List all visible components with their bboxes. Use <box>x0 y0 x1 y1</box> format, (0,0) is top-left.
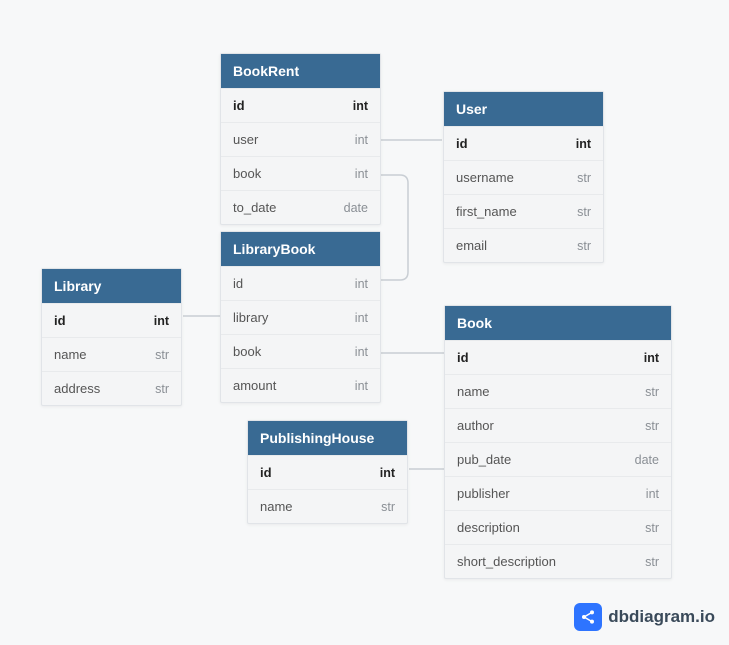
table-row[interactable]: library int <box>221 300 380 334</box>
column-type: str <box>645 385 659 399</box>
column-type: int <box>355 345 368 359</box>
table-row[interactable]: to_date date <box>221 190 380 224</box>
table-row[interactable]: author str <box>445 408 671 442</box>
column-type: date <box>635 453 659 467</box>
watermark: dbdiagram.io <box>574 603 715 631</box>
column-name: pub_date <box>457 452 511 467</box>
column-type: str <box>155 348 169 362</box>
column-name: to_date <box>233 200 276 215</box>
column-name: email <box>456 238 487 253</box>
table-row[interactable]: book int <box>221 334 380 368</box>
column-type: date <box>344 201 368 215</box>
column-name: id <box>233 276 243 291</box>
table-row[interactable]: id int <box>221 266 380 300</box>
table-row[interactable]: address str <box>42 371 181 405</box>
column-name: author <box>457 418 494 433</box>
table-row[interactable]: pub_date date <box>445 442 671 476</box>
column-type: int <box>380 466 395 480</box>
column-name: name <box>54 347 87 362</box>
column-type: str <box>645 419 659 433</box>
column-type: int <box>355 133 368 147</box>
column-name: name <box>457 384 490 399</box>
table-user-title: User <box>444 92 603 126</box>
column-name: id <box>457 350 469 365</box>
column-type: int <box>154 314 169 328</box>
table-row[interactable]: publisher int <box>445 476 671 510</box>
column-name: library <box>233 310 268 325</box>
column-name: book <box>233 166 261 181</box>
table-row[interactable]: id int <box>42 303 181 337</box>
table-row[interactable]: name str <box>445 374 671 408</box>
column-name: user <box>233 132 258 147</box>
column-type: str <box>577 239 591 253</box>
watermark-text: dbdiagram.io <box>608 607 715 627</box>
table-row[interactable]: id int <box>248 455 407 489</box>
table-row[interactable]: id int <box>221 88 380 122</box>
column-name: address <box>54 381 100 396</box>
column-name: name <box>260 499 293 514</box>
table-publishinghouse[interactable]: PublishingHouse id int name str <box>247 420 408 524</box>
column-type: str <box>645 521 659 535</box>
column-name: first_name <box>456 204 517 219</box>
column-type: str <box>577 205 591 219</box>
column-type: int <box>355 311 368 325</box>
column-type: str <box>645 555 659 569</box>
column-name: id <box>54 313 66 328</box>
column-type: str <box>577 171 591 185</box>
table-library[interactable]: Library id int name str address str <box>41 268 182 406</box>
column-type: int <box>355 277 368 291</box>
column-type: int <box>576 137 591 151</box>
column-name: amount <box>233 378 276 393</box>
table-librarybook-title: LibraryBook <box>221 232 380 266</box>
column-name: id <box>260 465 272 480</box>
table-librarybook[interactable]: LibraryBook id int library int book int … <box>220 231 381 403</box>
column-type: int <box>355 167 368 181</box>
table-row[interactable]: short_description str <box>445 544 671 578</box>
column-name: publisher <box>457 486 510 501</box>
table-row[interactable]: user int <box>221 122 380 156</box>
table-row[interactable]: book int <box>221 156 380 190</box>
column-name: username <box>456 170 514 185</box>
table-row[interactable]: id int <box>444 126 603 160</box>
column-type: str <box>155 382 169 396</box>
table-publishinghouse-title: PublishingHouse <box>248 421 407 455</box>
table-row[interactable]: name str <box>248 489 407 523</box>
table-bookrent-title: BookRent <box>221 54 380 88</box>
column-name: book <box>233 344 261 359</box>
table-bookrent[interactable]: BookRent id int user int book int to_dat… <box>220 53 381 225</box>
table-row[interactable]: email str <box>444 228 603 262</box>
table-library-title: Library <box>42 269 181 303</box>
table-row[interactable]: amount int <box>221 368 380 402</box>
column-type: str <box>381 500 395 514</box>
column-name: id <box>233 98 245 113</box>
column-name: short_description <box>457 554 556 569</box>
column-name: id <box>456 136 468 151</box>
column-name: description <box>457 520 520 535</box>
table-row[interactable]: username str <box>444 160 603 194</box>
share-icon <box>574 603 602 631</box>
table-book-title: Book <box>445 306 671 340</box>
column-type: int <box>353 99 368 113</box>
table-row[interactable]: name str <box>42 337 181 371</box>
table-row[interactable]: description str <box>445 510 671 544</box>
column-type: int <box>355 379 368 393</box>
table-user[interactable]: User id int username str first_name str … <box>443 91 604 263</box>
column-type: int <box>644 351 659 365</box>
table-row[interactable]: first_name str <box>444 194 603 228</box>
column-type: int <box>646 487 659 501</box>
table-book[interactable]: Book id int name str author str pub_date… <box>444 305 672 579</box>
table-row[interactable]: id int <box>445 340 671 374</box>
